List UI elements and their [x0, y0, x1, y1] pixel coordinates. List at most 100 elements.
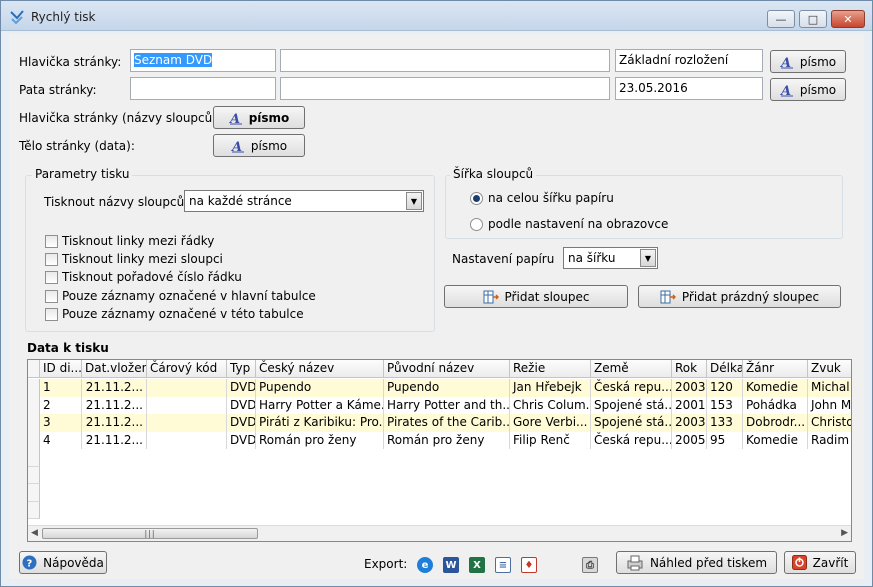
table-cell: Česká repu...: [591, 379, 672, 397]
table-cell: DVD: [227, 396, 256, 414]
excel-icon[interactable]: X: [469, 557, 485, 573]
col-header[interactable]: Typ: [227, 360, 256, 377]
radio-button[interactable]: [470, 191, 483, 205]
radio-screen-settings[interactable]: podle nastavení na obrazovce: [470, 217, 668, 231]
close-window-button[interactable]: ✕: [831, 10, 865, 28]
table-cell: 120: [707, 379, 743, 397]
table-cell: [147, 414, 227, 432]
checkbox-column-lines[interactable]: Tisknout linky mezi sloupci: [45, 252, 223, 266]
checkbox-row-lines[interactable]: Tisknout linky mezi řádky: [45, 234, 214, 248]
font-icon: A: [231, 140, 244, 153]
table-cell: Pupendo: [256, 379, 384, 397]
checkbox[interactable]: [45, 307, 58, 321]
table-cell: Román pro ženy: [256, 431, 384, 449]
table-cell: [147, 379, 227, 397]
chevron-down-icon[interactable]: ▼: [640, 249, 656, 267]
checkbox-label: Tisknout pořadové číslo řádku: [62, 270, 242, 284]
add-empty-column-button[interactable]: Přidat prázdný sloupec: [638, 285, 841, 308]
radio-full-width[interactable]: na celou šířku papíru: [470, 191, 614, 205]
app-icon: [10, 10, 24, 25]
table-row[interactable]: 2 21.11.2... DVD Harry Potter a Káme... …: [28, 396, 851, 414]
header-font-button[interactable]: A písmo: [770, 50, 846, 73]
col-header[interactable]: ID di...: [40, 360, 82, 377]
checkbox-this-table-marked[interactable]: Pouze záznamy označené v této tabulce: [45, 307, 304, 321]
checkbox[interactable]: [45, 270, 58, 284]
table-row[interactable]: 1 21.11.2... DVD Pupendo Pupendo Jan Hře…: [28, 379, 851, 397]
column-header-font-label: písmo: [248, 110, 290, 125]
page-header-input[interactable]: Seznam DVD: [130, 49, 276, 72]
table-cell: Dobrodr...: [743, 414, 808, 432]
print-preview-button[interactable]: Náhled před tiskem: [616, 551, 777, 574]
checkbox-main-table-marked[interactable]: Pouze záznamy označené v hlavní tabulce: [45, 289, 316, 303]
printer-icon[interactable]: ⎙: [582, 557, 598, 573]
checkbox[interactable]: [45, 289, 58, 303]
maximize-button[interactable]: □: [799, 10, 827, 28]
checkbox-row-number[interactable]: Tisknout pořadové číslo řádku: [45, 270, 242, 284]
radio-button[interactable]: [470, 217, 483, 231]
pdf-icon[interactable]: ♦: [521, 557, 537, 573]
table-cell: 21.11.2...: [82, 431, 147, 449]
radio-label: na celou šířku papíru: [488, 191, 614, 205]
empty-row-indicator: [28, 449, 40, 467]
paper-orientation-select[interactable]: na šířku ▼: [563, 247, 658, 269]
print-column-names-label: Tisknout názvy sloupců: [44, 195, 185, 209]
table-cell: DVD: [227, 414, 256, 432]
col-header[interactable]: Čárový kód: [147, 360, 227, 377]
table-cell: Spojené stá...: [591, 414, 672, 432]
page-header-input-2[interactable]: [280, 49, 610, 72]
minimize-button[interactable]: —: [767, 10, 795, 28]
internet-explorer-icon[interactable]: e: [417, 557, 433, 573]
column-header-font-button[interactable]: A písmo: [213, 106, 305, 129]
col-header[interactable]: Režie: [510, 360, 591, 377]
col-header[interactable]: Země: [591, 360, 672, 377]
close-button[interactable]: Zavřít: [784, 551, 856, 574]
table-cell: 95: [707, 431, 743, 449]
scroll-thumb[interactable]: |||: [42, 528, 258, 539]
layout-input[interactable]: Základní rozložení: [615, 49, 763, 72]
horizontal-scrollbar[interactable]: ◀ ||| ▶: [28, 525, 851, 541]
dialog-client-area: Hlavička stránky: Seznam DVD Základní ro…: [9, 34, 864, 579]
print-column-names-select[interactable]: na každé stránce ▼: [184, 190, 424, 212]
page-footer-input[interactable]: [130, 77, 276, 100]
word-icon[interactable]: W: [443, 557, 459, 573]
print-preview-icon: [627, 555, 643, 570]
svg-text:A: A: [780, 84, 791, 97]
scroll-left-icon[interactable]: ◀: [31, 528, 38, 538]
col-header[interactable]: Původní název: [384, 360, 510, 377]
page-footer-input-2[interactable]: [280, 77, 610, 100]
table-cell: Pupendo: [384, 379, 510, 397]
table-cell: 133: [707, 414, 743, 432]
table-cell: Komedie: [743, 431, 808, 449]
window-title: Rychlý tisk: [31, 10, 96, 24]
data-grid[interactable]: ID di... Dat.vložení Čárový kód Typ Česk…: [27, 359, 852, 542]
footer-font-button[interactable]: A písmo: [770, 78, 846, 101]
add-column-button[interactable]: Přidat sloupec: [444, 285, 628, 308]
table-row[interactable]: 4 21.11.2... DVD Román pro ženy Román pr…: [28, 431, 851, 449]
table-row[interactable]: 3 21.11.2... DVD Piráti z Karibiku: Pro.…: [28, 414, 851, 432]
table-cell: Pohádka: [743, 396, 808, 414]
chevron-down-icon[interactable]: ▼: [406, 192, 422, 210]
paper-settings-label: Nastavení papíru: [452, 252, 555, 266]
body-font-button[interactable]: A písmo: [213, 134, 305, 157]
page-header-value: Seznam DVD: [134, 53, 213, 67]
checkbox[interactable]: [45, 234, 58, 248]
help-button[interactable]: ? Nápověda: [19, 551, 107, 574]
col-header[interactable]: Žánr: [743, 360, 808, 377]
close-button-label: Zavřít: [812, 555, 849, 570]
col-header[interactable]: Dat.vložení: [82, 360, 147, 377]
text-document-icon[interactable]: ≡: [495, 557, 511, 573]
svg-text:A: A: [229, 112, 240, 125]
font-icon: A: [229, 112, 242, 125]
table-cell: 2005: [672, 431, 707, 449]
font-icon: A: [780, 56, 793, 69]
table-cell: Česká repu...: [591, 431, 672, 449]
column-header-label: Hlavička stránky (názvy sloupců):: [19, 111, 221, 125]
col-header[interactable]: Zvuk: [808, 360, 851, 377]
table-cell: 2: [40, 396, 82, 414]
date-input[interactable]: 23.05.2016: [615, 77, 763, 100]
col-header[interactable]: Český název: [256, 360, 384, 377]
col-header[interactable]: Délka: [707, 360, 743, 377]
scroll-right-icon[interactable]: ▶: [841, 528, 848, 538]
checkbox[interactable]: [45, 252, 58, 266]
col-header[interactable]: Rok: [672, 360, 707, 377]
